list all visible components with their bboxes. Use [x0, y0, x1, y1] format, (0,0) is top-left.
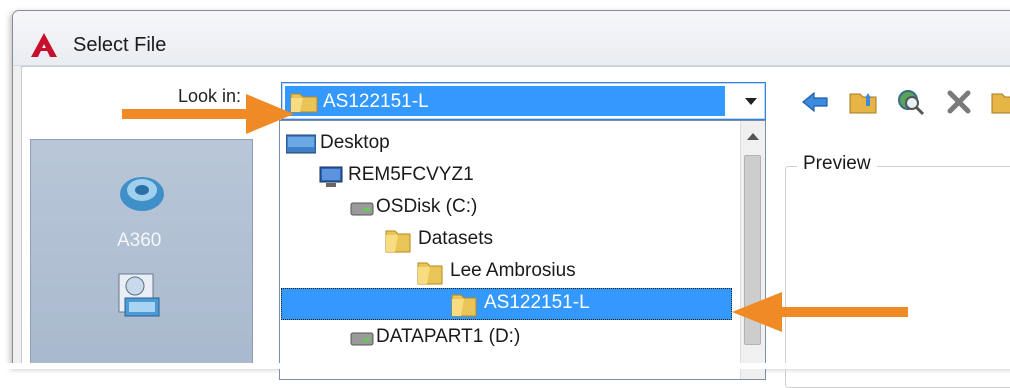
autocad-logo-icon — [31, 33, 57, 57]
list-item-computer[interactable]: REM5FCVYZ1 — [318, 161, 718, 191]
list-item-label: OSDisk (C:) — [376, 196, 478, 217]
callout-arrow-right-icon — [122, 94, 294, 134]
scroll-up-icon[interactable] — [747, 133, 759, 140]
dropdown-arrow-icon[interactable] — [745, 98, 757, 105]
list-item-osdisk[interactable]: OSDisk (C:) — [350, 193, 720, 223]
look-in-dropdown[interactable]: AS122151-L — [281, 82, 766, 120]
up-one-level-icon[interactable] — [848, 88, 878, 116]
places-item-history[interactable] — [111, 268, 171, 328]
dropdown-scrollbar[interactable] — [740, 121, 765, 379]
look-in-value: AS122151-L — [323, 91, 429, 112]
look-in-dropdown-list: Desktop REM5FCVYZ1 OSDisk (C:) Datasets … — [279, 120, 766, 380]
list-item-desktop[interactable]: Desktop — [286, 129, 726, 159]
list-item-datapart1[interactable]: DATAPART1 (D:) — [350, 323, 720, 353]
delete-icon[interactable] — [944, 88, 974, 116]
list-item-label: Desktop — [320, 132, 390, 153]
preview-panel — [785, 166, 1010, 388]
list-item-label: DATAPART1 (D:) — [376, 326, 521, 347]
page-bottom-edge — [0, 363, 1010, 369]
places-item-label: A360 — [117, 230, 162, 251]
look-in-selected-value: AS122151-L — [285, 86, 725, 116]
a360-icon — [120, 177, 164, 211]
places-item-a360[interactable]: A360 — [71, 160, 211, 260]
callout-arrow-left-icon — [732, 292, 908, 332]
list-item-as122151-l[interactable]: AS122151-L — [450, 289, 730, 319]
computer-icon — [319, 166, 343, 187]
create-folder-icon[interactable] — [990, 88, 1010, 116]
folder-icon — [385, 230, 411, 253]
preview-label: Preview — [797, 153, 877, 175]
list-item-label: Lee Ambrosius — [450, 260, 576, 281]
list-item-datasets[interactable]: Datasets — [384, 225, 724, 255]
history-icon — [118, 273, 160, 317]
title-bar: Select File — [13, 11, 1010, 66]
drive-icon — [350, 202, 374, 216]
window-title: Select File — [73, 34, 167, 56]
folder-open-icon — [451, 294, 477, 317]
list-item-label: REM5FCVYZ1 — [348, 164, 474, 185]
drive-icon — [350, 332, 374, 346]
folder-icon — [417, 262, 443, 285]
back-icon[interactable] — [800, 88, 830, 116]
list-item-label: Datasets — [418, 228, 493, 249]
places-bar: A360 — [30, 139, 253, 369]
list-item-lee-ambrosius[interactable]: Lee Ambrosius — [416, 257, 726, 287]
list-item-label: AS122151-L — [484, 292, 590, 313]
search-web-icon[interactable] — [896, 88, 926, 116]
